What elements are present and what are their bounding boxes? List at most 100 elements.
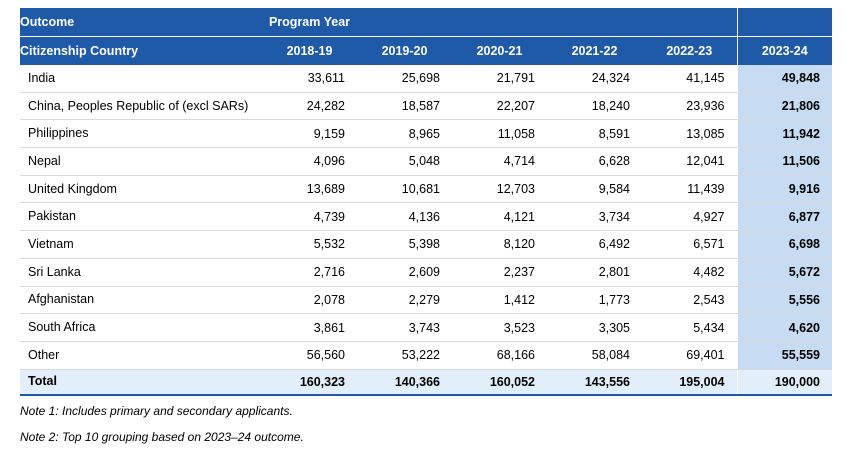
value-cell: 11,439: [642, 175, 737, 204]
value-cell: 8,965: [357, 119, 452, 149]
table-row: Afghanistan 2,078 2,279 1,412 1,773 2,543 5,55…: [20, 286, 832, 315]
value-cell: 1,412: [452, 286, 547, 315]
table-row: United Kingdom 13,689 10,681 12,703 9,584 11,…: [20, 175, 832, 204]
note-1: Note 1: Includes primary and secondary a…: [20, 404, 293, 418]
year-header: 2022-23: [642, 36, 737, 65]
country-cell: Pakistan: [20, 202, 262, 232]
value-cell: 1,773: [547, 286, 642, 315]
header-blank: [357, 8, 452, 37]
table-row: China, Peoples Republic of (excl SARs) 24…: [20, 92, 832, 121]
value-cell: 33,611: [262, 65, 357, 93]
country-cell: Philippines: [20, 119, 262, 149]
table-notes: Note 1: Includes primary and secondary a…: [20, 404, 304, 456]
value-cell: 8,120: [452, 230, 547, 259]
value-cell: 21,791: [452, 65, 547, 93]
value-cell: 9,916: [736, 175, 832, 204]
total-cell: 195,004: [642, 368, 737, 396]
value-cell: 5,434: [642, 313, 737, 342]
value-cell: 12,041: [642, 147, 737, 176]
table-row: Sri Lanka 2,716 2,609 2,237 2,801 4,482 5,672: [20, 258, 832, 287]
total-cell: 160,052: [452, 368, 547, 396]
country-cell: Vietnam: [20, 230, 262, 259]
total-label: Total: [20, 368, 262, 396]
value-cell: 11,942: [736, 119, 832, 149]
value-cell: 69,401: [642, 341, 737, 370]
value-cell: 13,085: [642, 119, 737, 149]
value-cell: 12,703: [452, 175, 547, 204]
value-cell: 4,096: [262, 147, 357, 176]
header-blank: [452, 8, 547, 37]
country-cell: Afghanistan: [20, 286, 262, 315]
table-row: Nepal 4,096 5,048 4,714 6,628 12,041 11,506: [20, 147, 832, 176]
value-cell: 58,084: [547, 341, 642, 370]
note-2: Note 2: Top 10 grouping based on 2023–24…: [20, 430, 304, 444]
country-cell: South Africa: [20, 313, 262, 342]
value-cell: 5,398: [357, 230, 452, 259]
table-row: South Africa 3,861 3,743 3,523 3,305 5,434 4,6…: [20, 313, 832, 342]
value-cell: 2,716: [262, 258, 357, 287]
value-cell: 6,628: [547, 147, 642, 176]
value-cell: 6,877: [736, 202, 832, 232]
table-row: Pakistan 4,739 4,136 4,121 3,734 4,927 6,877: [20, 202, 832, 232]
value-cell: 6,698: [736, 230, 832, 259]
value-cell: 55,559: [736, 341, 832, 370]
value-cell: 4,136: [357, 202, 452, 232]
value-cell: 4,482: [642, 258, 737, 287]
value-cell: 5,556: [736, 286, 832, 315]
value-cell: 11,058: [452, 119, 547, 149]
outcome-table-container: Outcome Program Year Citizenship Country…: [20, 8, 832, 396]
value-cell: 18,240: [547, 92, 642, 121]
value-cell: 10,681: [357, 175, 452, 204]
total-cell: 140,366: [357, 368, 452, 396]
citizenship-outcome-table: Outcome Program Year Citizenship Country…: [20, 8, 832, 396]
value-cell: 5,048: [357, 147, 452, 176]
value-cell: 24,324: [547, 65, 642, 93]
header-blank: [736, 8, 832, 37]
header-row-years: Citizenship Country 2018-19 2019-20 2020…: [20, 36, 832, 65]
country-cell: United Kingdom: [20, 175, 262, 204]
table-row: Other 56,560 53,222 68,166 58,084 69,401 55,55…: [20, 341, 832, 370]
country-cell: Nepal: [20, 147, 262, 176]
value-cell: 9,159: [262, 119, 357, 149]
year-header: 2018-19: [262, 36, 357, 65]
value-cell: 9,584: [547, 175, 642, 204]
value-cell: 4,714: [452, 147, 547, 176]
value-cell: 3,743: [357, 313, 452, 342]
header-row-outcome: Outcome Program Year: [20, 8, 832, 37]
value-cell: 22,207: [452, 92, 547, 121]
value-cell: 3,861: [262, 313, 357, 342]
value-cell: 2,078: [262, 286, 357, 315]
value-cell: 56,560: [262, 341, 357, 370]
year-header: 2019-20: [357, 36, 452, 65]
table-row: Philippines 9,159 8,965 11,058 8,591 13,085 11…: [20, 119, 832, 149]
table-row: Vietnam 5,532 5,398 8,120 6,492 6,571 6,698: [20, 230, 832, 259]
table-body: India 33,611 25,698 21,791 24,324 41,145 49,84…: [20, 65, 832, 396]
country-cell: India: [20, 65, 262, 93]
header-blank: [642, 8, 737, 37]
value-cell: 4,620: [736, 313, 832, 342]
value-cell: 18,587: [357, 92, 452, 121]
value-cell: 2,237: [452, 258, 547, 287]
value-cell: 6,571: [642, 230, 737, 259]
value-cell: 49,848: [736, 65, 832, 93]
total-cell: 190,000: [736, 368, 832, 396]
value-cell: 5,532: [262, 230, 357, 259]
year-header: 2021-22: [547, 36, 642, 65]
value-cell: 2,543: [642, 286, 737, 315]
value-cell: 4,927: [642, 202, 737, 232]
year-header: 2023-24: [736, 36, 832, 65]
value-cell: 2,279: [357, 286, 452, 315]
value-cell: 3,734: [547, 202, 642, 232]
outcome-header: Outcome: [20, 8, 262, 37]
header-blank: [547, 8, 642, 37]
value-cell: 41,145: [642, 65, 737, 93]
value-cell: 3,305: [547, 313, 642, 342]
value-cell: 2,801: [547, 258, 642, 287]
value-cell: 13,689: [262, 175, 357, 204]
value-cell: 4,739: [262, 202, 357, 232]
table-row: India 33,611 25,698 21,791 24,324 41,145 49,84…: [20, 65, 832, 93]
value-cell: 5,672: [736, 258, 832, 287]
value-cell: 11,506: [736, 147, 832, 176]
value-cell: 68,166: [452, 341, 547, 370]
total-cell: 143,556: [547, 368, 642, 396]
